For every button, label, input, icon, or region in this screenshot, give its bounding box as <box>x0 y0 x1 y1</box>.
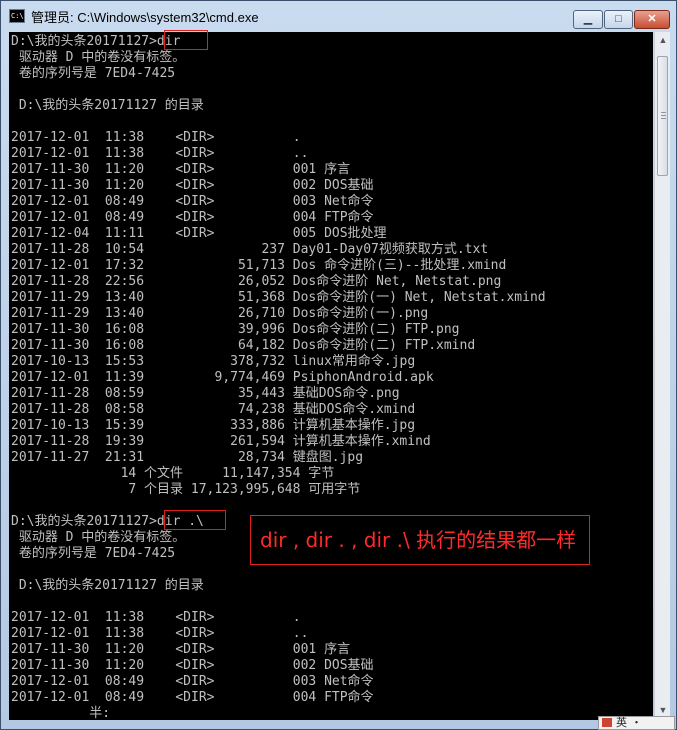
minimize-button[interactable]: ▁ <box>573 10 603 29</box>
close-button[interactable]: ✕ <box>634 10 670 29</box>
ime-mode-label: 英 <box>616 717 627 729</box>
console-line: 7 个目录 17,123,995,648 可用字节 <box>11 482 361 497</box>
console-line: 卷的序列号是 7ED4-7425 <box>11 546 176 561</box>
title-bar[interactable]: C:\ 管理员: C:\Windows\system32\cmd.exe ▁ □… <box>1 1 676 31</box>
grip-line <box>661 115 666 116</box>
console-line: D:\我的头条20171127>dir <box>11 34 181 49</box>
console-line: 2017-12-01 11:38 <DIR> .. <box>11 626 309 641</box>
console-line: 2017-11-28 10:54 237 Day01-Day07视频获取方式.t… <box>11 242 489 257</box>
console-line: 2017-12-01 17:32 51,713 Dos 命令进阶(三)--批处理… <box>11 258 507 273</box>
console-line: 2017-11-28 19:39 261,594 计算机基本操作.xmind <box>11 434 431 449</box>
ime-extra: ・ <box>631 717 642 729</box>
console-line: 驱动器 D 中的卷没有标签。 <box>11 50 186 65</box>
console-line: 2017-12-01 11:38 <DIR> . <box>11 610 301 625</box>
console-line: 2017-11-28 08:59 35,443 基础DOS命令.png <box>11 386 400 401</box>
console-line: 2017-12-01 11:38 <DIR> . <box>11 130 301 145</box>
grip-line <box>661 118 666 119</box>
console-line: 2017-12-04 11:11 <DIR> 005 DOS批处理 <box>11 226 387 241</box>
console-line: 2017-11-28 08:58 74,238 基础DOS命令.xmind <box>11 402 416 417</box>
console-line: 2017-12-01 08:49 <DIR> 004 FTP命令 <box>11 690 374 705</box>
console-output[interactable]: D:\我的头条20171127>dir 驱动器 D 中的卷没有标签。 卷的序列号… <box>9 32 653 720</box>
console-line: 2017-11-29 13:40 26,710 Dos命令进阶(一).png <box>11 306 429 321</box>
annotation-callout: dir , dir . , dir .\ 执行的结果都一样 <box>250 515 590 565</box>
console-line: 卷的序列号是 7ED4-7425 <box>11 66 176 81</box>
ime-flag-icon <box>602 718 612 727</box>
grip-line <box>661 112 666 113</box>
console-line: 半: <box>11 706 111 720</box>
console-line: D:\我的头条20171127 的目录 <box>11 98 204 113</box>
console-line: 2017-12-01 08:49 <DIR> 004 FTP命令 <box>11 210 374 225</box>
console-line: 2017-11-27 21:31 28,734 键盘图.jpg <box>11 450 364 465</box>
console-line: 2017-12-01 11:38 <DIR> .. <box>11 146 309 161</box>
console-line: 2017-10-13 15:39 333,886 计算机基本操作.jpg <box>11 418 416 433</box>
console-line: 2017-11-30 16:08 39,996 Dos命令进阶(二) FTP.p… <box>11 322 460 337</box>
window-title: 管理员: C:\Windows\system32\cmd.exe <box>31 10 259 25</box>
dir-command-highlight <box>164 30 208 50</box>
console-line: 2017-11-30 11:20 <DIR> 001 序言 <box>11 642 351 657</box>
ime-indicator[interactable]: 英・ <box>598 716 675 730</box>
scroll-thumb[interactable] <box>657 56 668 176</box>
console-line: 驱动器 D 中的卷没有标签。 <box>11 530 186 545</box>
scroll-up-arrow-icon[interactable]: ▲ <box>656 32 670 48</box>
console-line: 2017-12-01 08:49 <DIR> 003 Net命令 <box>11 194 374 209</box>
vertical-scrollbar[interactable]: ▲ ▼ <box>654 32 670 720</box>
console-line: 2017-12-01 08:49 <DIR> 003 Net命令 <box>11 674 374 689</box>
cmd-window: C:\ 管理员: C:\Windows\system32\cmd.exe ▁ □… <box>0 0 677 730</box>
console-line: 2017-11-30 11:20 <DIR> 002 DOS基础 <box>11 658 374 673</box>
console-line: 2017-10-13 15:53 378,732 linux常用命令.jpg <box>11 354 416 369</box>
dir-dot-command-highlight <box>164 510 226 530</box>
console-line: 2017-11-30 16:08 64,182 Dos命令进阶(二) FTP.x… <box>11 338 476 353</box>
maximize-button[interactable]: □ <box>604 10 633 29</box>
console-line: 2017-11-29 13:40 51,368 Dos命令进阶(一) Net, … <box>11 290 546 305</box>
console-line: 2017-12-01 11:39 9,774,469 PsiphonAndroi… <box>11 370 434 385</box>
console-line: 2017-11-30 11:20 <DIR> 001 序言 <box>11 162 351 177</box>
console-line: 2017-11-28 22:56 26,052 Dos命令进阶 Net, Net… <box>11 274 502 289</box>
console-line: 14 个文件 11,147,354 字节 <box>11 466 335 481</box>
cmd-app-icon[interactable]: C:\ <box>9 9 25 23</box>
console-line: D:\我的头条20171127 的目录 <box>11 578 204 593</box>
console-line: 2017-11-30 11:20 <DIR> 002 DOS基础 <box>11 178 374 193</box>
